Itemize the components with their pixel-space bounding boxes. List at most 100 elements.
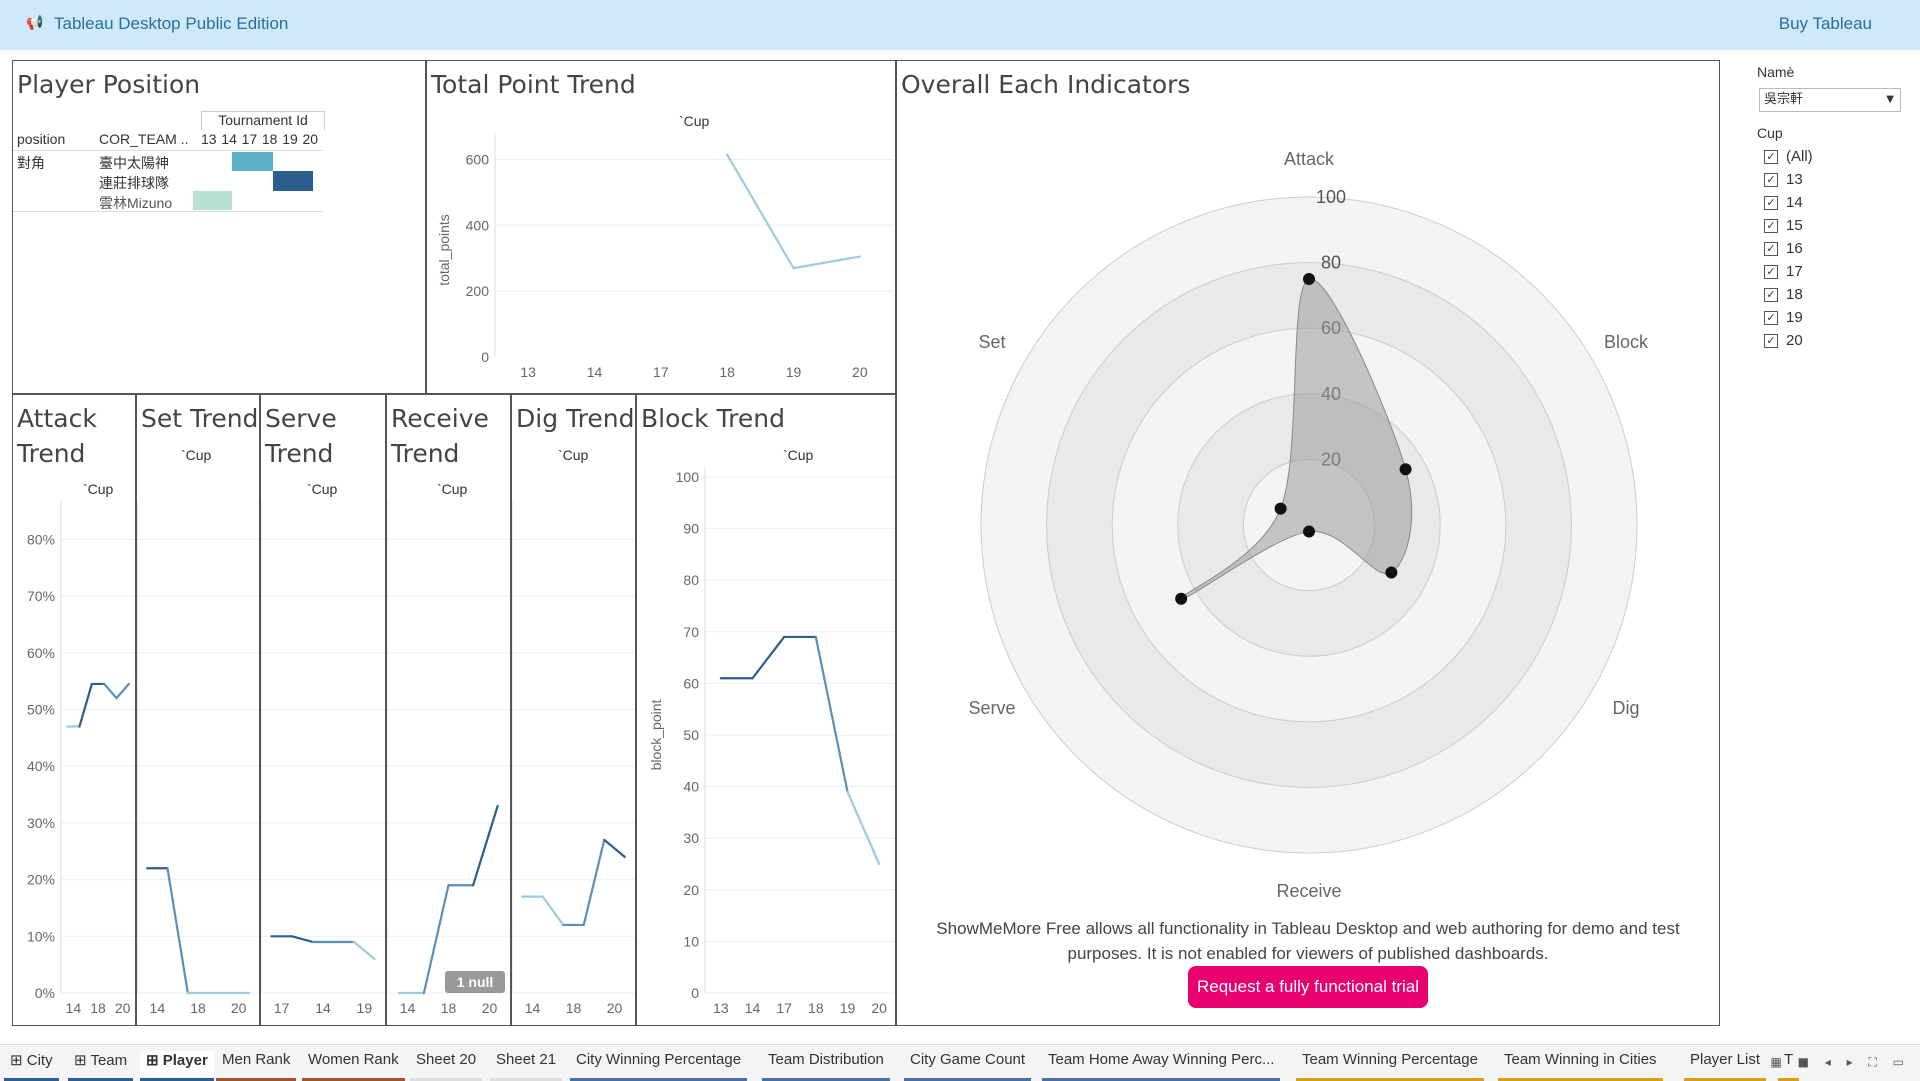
cup-option-label[interactable]: (All)	[1786, 148, 1813, 165]
tournament-id-19: 19	[282, 131, 298, 147]
cup-checkbox-20[interactable]: ✓	[1764, 334, 1778, 348]
tab-team-winning-in-cities[interactable]: Team Winning in Cities	[1498, 1051, 1663, 1081]
tab-city-winning-percentage[interactable]: City Winning Percentage	[570, 1051, 748, 1081]
request-trial-button[interactable]: Request a fully functional trial	[1188, 966, 1428, 1008]
x-tick-label: 17	[776, 1000, 792, 1016]
cup-option-label[interactable]: 14	[1786, 194, 1803, 211]
buy-tableau-link[interactable]: Buy Tableau	[1779, 14, 1872, 34]
y-axis-label: total_points	[436, 214, 452, 286]
y-tick-label: 20%	[27, 872, 55, 888]
cup-option-label[interactable]: 15	[1786, 217, 1803, 234]
top-bar: 📢 Tableau Desktop Public Edition Buy Tab…	[0, 0, 1920, 50]
series-line-segment	[814, 635, 849, 793]
block-trend-chart: 100908070605040302010013 14 17 18 19 20block_…	[648, 467, 895, 1016]
block-trend-panel: Block Trend `Cup 100 90 80 70 60 50 40 30 20 10 0 1…	[636, 394, 896, 1026]
cup-checkbox-18[interactable]: ✓	[1764, 288, 1778, 302]
tab-sheet-20[interactable]: Sheet 20	[410, 1051, 483, 1081]
series-line-segment	[541, 895, 565, 927]
radar-data-point	[1303, 525, 1315, 538]
tab-label: City Game Count	[910, 1051, 1026, 1068]
cup-checkbox-17[interactable]: ✓	[1764, 265, 1778, 279]
radar-data-point	[1303, 273, 1315, 285]
y-tick-label: 60	[683, 675, 699, 691]
series-line-segment	[352, 940, 376, 961]
tournament-id-row: 13 14 17 18 19 20	[201, 131, 323, 149]
tab-women-rank[interactable]: Women Rank	[302, 1051, 405, 1081]
y-axis-label: block_point	[648, 699, 664, 770]
tab-t[interactable]: T	[1778, 1051, 1800, 1081]
cup-option-label[interactable]: 17	[1786, 263, 1803, 280]
x-tick-label: 14	[315, 1000, 331, 1016]
y-tick-label: 70	[683, 624, 699, 640]
cup-checkbox-13[interactable]: ✓	[1764, 173, 1778, 187]
tab-player-list[interactable]: Player List	[1684, 1051, 1767, 1081]
tab-team[interactable]: ⊞ Team	[68, 1051, 134, 1081]
tab-sheet-21[interactable]: Sheet 21	[490, 1051, 563, 1081]
y-tick-label: 200	[466, 283, 490, 299]
heat-cell[interactable]	[232, 152, 273, 171]
x-tick-label: 18	[808, 1000, 824, 1016]
tab-team-distribution[interactable]: Team Distribution	[762, 1051, 890, 1081]
y-tick-label: 60%	[27, 645, 55, 661]
x-tick-label: 14	[587, 364, 603, 380]
team-row-2: 連莊排球隊	[99, 175, 169, 191]
y-tick-label: 10	[683, 933, 699, 949]
cup-filter-label: Cup	[1757, 125, 1783, 141]
name-dropdown[interactable]: 吳宗軒 ▼	[1759, 88, 1901, 112]
y-tick-label: 90	[683, 521, 699, 537]
series-line-segment	[582, 838, 606, 927]
tab-label: Team Winning Percentage	[1302, 1051, 1478, 1068]
cup-checkbox-19[interactable]: ✓	[1764, 311, 1778, 325]
x-tick-label: 17	[653, 364, 669, 380]
radar-axis-label: Serve	[969, 698, 1016, 718]
null-indicator-badge[interactable]: 1 null	[445, 971, 505, 993]
y-tick-label: 80	[683, 572, 699, 588]
tab-label: Team Home Away Winning Perc...	[1048, 1051, 1275, 1068]
attack-trend-panel: Attack Trend `Cup 80% 70% 60% 50% 40% 30% 20% 1…	[12, 394, 136, 1026]
tab-city[interactable]: ⊞ City	[4, 1051, 59, 1081]
y-tick-label: 0	[481, 349, 489, 365]
tab-team-home-away-winning-perc-[interactable]: Team Home Away Winning Perc...	[1042, 1051, 1281, 1081]
tab-team-winning-percentage[interactable]: Team Winning Percentage	[1296, 1051, 1484, 1081]
x-tick-label: 20	[115, 1000, 131, 1016]
x-tick-label: 18	[441, 1000, 457, 1016]
radar-data-point	[1399, 463, 1412, 476]
x-tick-label: 19	[786, 364, 802, 380]
cup-option-label[interactable]: 16	[1786, 240, 1803, 257]
series-line-segment	[78, 682, 93, 728]
cup-option-label[interactable]: 19	[1786, 309, 1803, 326]
tournament-id-20: 20	[302, 131, 319, 147]
tab-city-game-count[interactable]: City Game Count	[904, 1051, 1032, 1081]
tab-label: Team Winning in Cities	[1504, 1051, 1657, 1068]
tab-player[interactable]: ⊞ Player	[140, 1051, 214, 1081]
cup-checkbox-all[interactable]: ✓	[1764, 150, 1778, 164]
tab-men-rank[interactable]: Men Rank	[216, 1051, 297, 1081]
y-tick-label: 50	[683, 727, 699, 743]
sheet-tab-bar: ▦ ■ ◂ ▸ ⛶ ▭ ⊞ City ⊞ Team ⊞ Player Men Rank…	[0, 1044, 1920, 1081]
cup-option-label[interactable]: 13	[1786, 171, 1803, 188]
series-line-segment	[751, 635, 786, 680]
y-tick-label: 30	[683, 830, 699, 846]
cup-option-label[interactable]: 18	[1786, 286, 1803, 303]
heat-cell[interactable]	[273, 171, 313, 191]
x-tick-label: 20	[482, 1000, 498, 1016]
radar-axis-label: Set	[979, 332, 1006, 352]
app-title: Tableau Desktop Public Edition	[54, 14, 289, 33]
cup-option-label[interactable]: 20	[1786, 332, 1803, 349]
dashboard-icon: ⊞	[146, 1052, 163, 1069]
position-col-header: position	[17, 131, 66, 147]
heat-cell[interactable]	[193, 191, 232, 210]
series-line-segment	[166, 867, 189, 995]
x-tick-label: 20	[871, 1000, 887, 1016]
x-tick-label: 14	[400, 1000, 416, 1016]
radar-ring-label: 80	[1321, 253, 1341, 273]
tab-label: Team	[90, 1052, 128, 1069]
table-divider	[13, 150, 323, 151]
dig-trend-panel: Dig Trend `Cup 14 18 20	[511, 394, 636, 1026]
cup-checkbox-14[interactable]: ✓	[1764, 196, 1778, 210]
name-filter-label: Namè	[1757, 64, 1795, 80]
cup-checkbox-16[interactable]: ✓	[1764, 242, 1778, 256]
team-row-1: 臺中太陽神	[99, 155, 169, 171]
cup-checkbox-15[interactable]: ✓	[1764, 219, 1778, 233]
radar-data-point	[1175, 592, 1188, 605]
